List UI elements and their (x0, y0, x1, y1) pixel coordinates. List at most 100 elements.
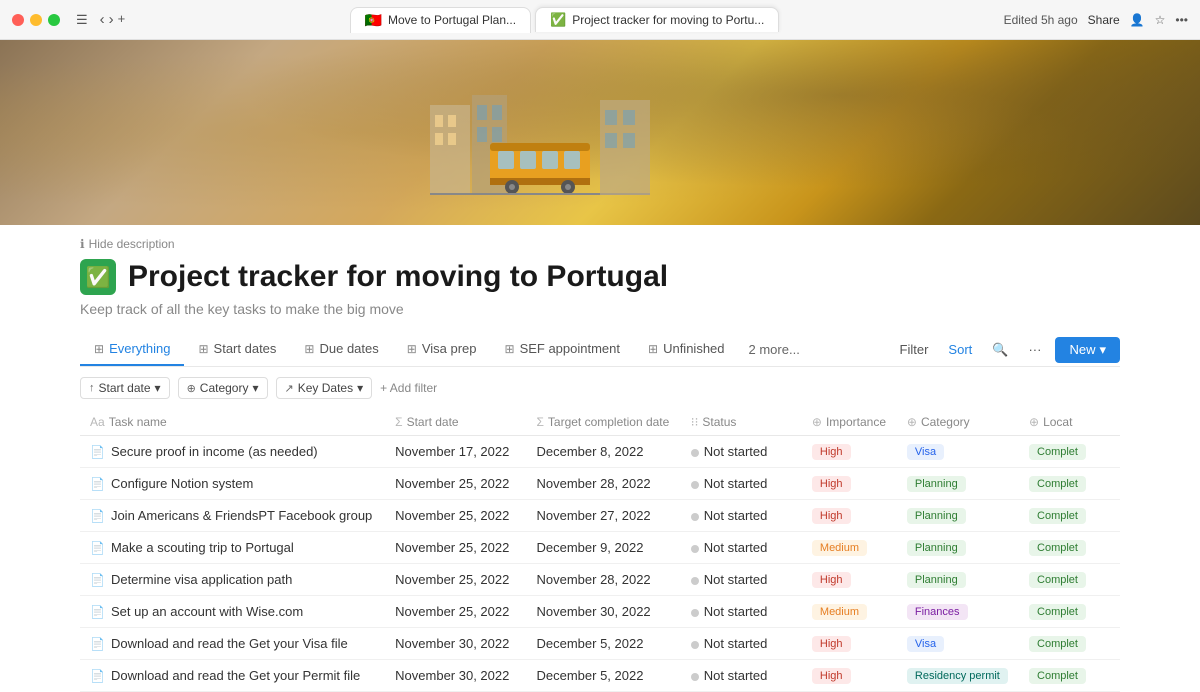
add-filter-button[interactable]: + Add filter (380, 381, 437, 395)
browser-tab-2[interactable]: ✅ Project tracker for moving to Portu... (535, 7, 779, 32)
location-badge: Complet (1029, 476, 1086, 492)
filter-chip-startdate[interactable]: ↑ Start date ▾ (80, 377, 170, 399)
task-icon: 📄 (90, 637, 105, 651)
importance-badge: High (812, 668, 851, 684)
task-category: Planning (897, 468, 1019, 500)
col-header-category[interactable]: ⊕Category (897, 409, 1019, 436)
task-start-date: November 25, 2022 (385, 596, 526, 628)
browser-tabs: 🇵🇹 Move to Portugal Plan... ✅ Project tr… (133, 7, 995, 33)
aa-icon: Aa (90, 415, 105, 429)
table-row[interactable]: 📄 Make a scouting trip to Portugal Novem… (80, 532, 1120, 564)
importance-badge: High (812, 508, 851, 524)
table-row[interactable]: 📄 Secure proof in income (as needed) Nov… (80, 436, 1120, 468)
page-content: ℹ Hide description ✅ Project tracker for… (0, 225, 1200, 692)
bookmark-icon[interactable]: ☆ (1155, 13, 1166, 27)
new-tab-button[interactable]: + (118, 11, 126, 28)
tabs-more[interactable]: 2 more... (739, 334, 810, 365)
circle-icon-3: ⊕ (1029, 415, 1039, 429)
chevron-icon-3: ▾ (357, 381, 363, 395)
table-row[interactable]: 📄 Join Americans & FriendsPT Facebook gr… (80, 500, 1120, 532)
task-category: Visa (897, 628, 1019, 660)
tab-due-dates-icon: ⊞ (304, 342, 314, 356)
forward-button[interactable]: › (109, 11, 114, 28)
table-row[interactable]: 📄 Download and read the Get your Visa fi… (80, 628, 1120, 660)
chevron-down-icon: ▾ (1099, 342, 1106, 358)
filter-button[interactable]: Filter (894, 338, 935, 361)
sigma-icon-1: Σ (395, 415, 402, 429)
task-icon: 📄 (90, 477, 105, 491)
new-button[interactable]: New ▾ (1055, 337, 1120, 363)
close-button[interactable] (12, 14, 24, 26)
importance-badge: High (812, 636, 851, 652)
table-row[interactable]: 📄 Download and read the Get your Permit … (80, 660, 1120, 692)
task-category: Planning (897, 564, 1019, 596)
task-importance: High (802, 628, 897, 660)
filter-chip-category[interactable]: ⊕ Category ▾ (178, 377, 268, 399)
task-importance: Medium (802, 596, 897, 628)
table-row[interactable]: 📄 Set up an account with Wise.com Novemb… (80, 596, 1120, 628)
tab-everything[interactable]: ⊞ Everything (80, 333, 184, 366)
tab-start-dates-label: Start dates (214, 341, 277, 356)
search-button[interactable]: 🔍 (986, 338, 1014, 362)
category-badge: Planning (907, 508, 966, 524)
status-dot (691, 481, 699, 489)
task-name: Configure Notion system (111, 476, 253, 491)
more-options-button[interactable]: ··· (1022, 338, 1047, 361)
back-button[interactable]: ‹ (100, 11, 105, 28)
col-header-targetdate[interactable]: ΣTarget completion date (526, 409, 680, 436)
task-start-date: November 30, 2022 (385, 628, 526, 660)
info-icon: ℹ (80, 237, 85, 251)
col-header-importance[interactable]: ⊕Importance (802, 409, 897, 436)
table-row[interactable]: 📄 Configure Notion system November 25, 2… (80, 468, 1120, 500)
page-title-row: ✅ Project tracker for moving to Portugal (80, 259, 1120, 295)
filter-chips-row: ↑ Start date ▾ ⊕ Category ▾ ↗ Key Dates … (80, 377, 1120, 399)
task-icon: 📄 (90, 445, 105, 459)
user-icon[interactable]: 👤 (1130, 13, 1145, 27)
task-icon: 📄 (90, 669, 105, 683)
maximize-button[interactable] (48, 14, 60, 26)
sidebar-icon[interactable]: ☰ (76, 12, 88, 28)
task-location: Complet (1019, 468, 1120, 500)
task-location: Complet (1019, 532, 1120, 564)
task-importance: High (802, 500, 897, 532)
table-row[interactable]: 📄 Determine visa application path Novemb… (80, 564, 1120, 596)
browser-tab-1[interactable]: 🇵🇹 Move to Portugal Plan... (350, 7, 532, 33)
task-icon: 📄 (90, 573, 105, 587)
col-header-location[interactable]: ⊕Locat (1019, 409, 1120, 436)
sort-button[interactable]: Sort (942, 338, 978, 361)
location-badge: Complet (1029, 572, 1086, 588)
task-category: Planning (897, 500, 1019, 532)
category-icon: ⊕ (187, 382, 196, 395)
task-category: Planning (897, 532, 1019, 564)
importance-badge: Medium (812, 604, 867, 620)
status-dot (691, 577, 699, 585)
hide-description[interactable]: ℹ Hide description (80, 237, 1120, 251)
tab1-label: Move to Portugal Plan... (388, 13, 516, 27)
titlebar: ☰ ‹ › + 🇵🇹 Move to Portugal Plan... ✅ Pr… (0, 0, 1200, 40)
col-header-status[interactable]: ⁝⁝Status (681, 409, 802, 436)
task-location: Complet (1019, 628, 1120, 660)
traffic-lights (12, 14, 60, 26)
category-badge: Visa (907, 444, 944, 460)
minimize-button[interactable] (30, 14, 42, 26)
tab-visa-prep[interactable]: ⊞ Visa prep (393, 333, 491, 366)
circle-icon-2: ⊕ (907, 415, 917, 429)
tab-sef[interactable]: ⊞ SEF appointment (491, 333, 635, 366)
more-icon[interactable]: ••• (1175, 13, 1188, 27)
tab-start-dates[interactable]: ⊞ Start dates (184, 333, 290, 366)
tab-unfinished[interactable]: ⊞ Unfinished (634, 333, 739, 366)
task-name: Secure proof in income (as needed) (111, 444, 318, 459)
tab-due-dates[interactable]: ⊞ Due dates (290, 333, 392, 366)
dots-icon: ⁝⁝ (691, 415, 699, 429)
importance-badge: High (812, 444, 851, 460)
share-button[interactable]: Share (1088, 13, 1120, 27)
toolbar-icons: ☰ (76, 12, 88, 28)
task-importance: High (802, 436, 897, 468)
tab-start-dates-icon: ⊞ (198, 342, 208, 356)
col-header-startdate[interactable]: ΣStart date (385, 409, 526, 436)
task-category: Visa (897, 436, 1019, 468)
filter-chip-keydates[interactable]: ↗ Key Dates ▾ (276, 377, 373, 399)
task-importance: High (802, 468, 897, 500)
col-header-taskname[interactable]: AaTask name (80, 409, 385, 436)
task-name: Determine visa application path (111, 572, 292, 587)
